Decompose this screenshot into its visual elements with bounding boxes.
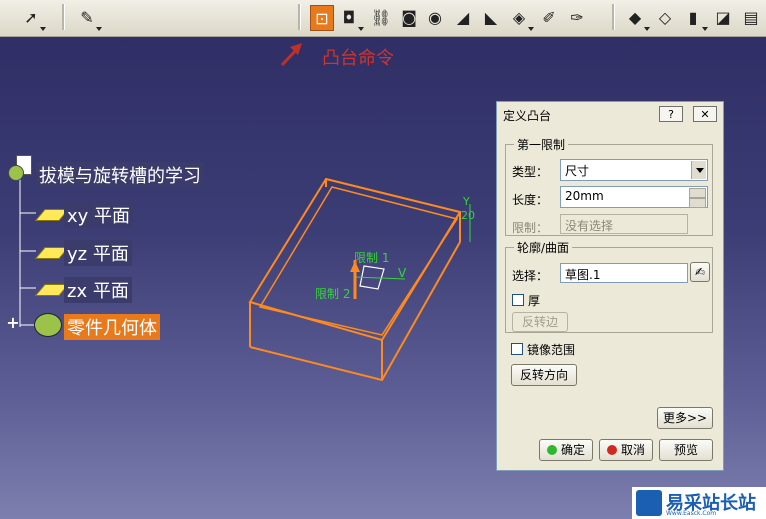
expand-plus-icon[interactable]: + (6, 315, 20, 331)
tree-item-xy-plane[interactable]: xy 平面 (64, 202, 134, 228)
close-button[interactable]: ✕ (693, 106, 717, 122)
tree-item-part-body[interactable]: 零件几何体 (64, 314, 160, 340)
axis-y-label: Y (463, 195, 470, 208)
toolbar-separator (62, 4, 65, 30)
logo-icon (636, 490, 662, 516)
tree-item-yz-plane[interactable]: yz 平面 (64, 240, 132, 266)
define-pad-dialog: 定义凸台 ? ✕ 第一限制 类型： 尺寸 长度： 20mm 限制： 没有选择 轮… (496, 101, 724, 471)
thick-label: 厚 (528, 294, 541, 308)
removed-multi-sections-icon[interactable]: ✑ (566, 5, 588, 29)
groove-icon[interactable]: ◙ (398, 5, 420, 29)
spin-up-icon[interactable] (689, 188, 706, 198)
pad-command-annotation: 凸台命令 (322, 48, 394, 69)
slot-icon[interactable]: ◣ (480, 5, 502, 29)
shell-icon[interactable]: ◪ (712, 5, 734, 29)
top-toolbar: ➚ ✎ ⊡ ◘ ⛓ ◙ ◉ ◢ ◣ ◈ ✐ ✑ ◆ ◇ ▮ ◪ ▤ (0, 0, 766, 37)
pocket-icon[interactable]: ◘ (338, 5, 360, 29)
first-limit-title: 第一限制 (514, 136, 569, 153)
help-button[interactable]: ? (659, 106, 683, 122)
thick-checkbox[interactable] (512, 294, 524, 306)
selection-field[interactable]: 草图.1 (560, 263, 688, 283)
limit-field: 没有选择 (560, 214, 688, 234)
dialog-title: 定义凸台 (503, 109, 552, 123)
part-document-icon[interactable] (8, 155, 32, 183)
profile-group: 轮廓/曲面 选择： 草图.1 ✍ 厚 反转边 (505, 239, 713, 333)
tree-root-label[interactable]: 拔模与旋转槽的学习 (36, 162, 204, 188)
ok-icon (546, 445, 557, 455)
length-input[interactable]: 20mm (560, 186, 708, 208)
spin-down-icon[interactable] (689, 198, 706, 208)
limit-label: 限制： (512, 221, 549, 235)
reverse-direction-button[interactable]: 反转方向 (511, 364, 577, 386)
toolbar-separator (298, 4, 301, 30)
preview-button[interactable]: 预览 (659, 439, 713, 461)
cancel-button[interactable]: 取消 (599, 439, 653, 461)
hole-icon[interactable]: ◉ (424, 5, 446, 29)
chevron-down-icon[interactable] (691, 161, 706, 179)
draft-icon[interactable]: ▮ (682, 5, 704, 29)
chevron-down-icon[interactable] (96, 27, 102, 31)
body-gear-icon (34, 313, 62, 337)
type-label: 类型： (512, 165, 549, 179)
chevron-down-icon[interactable] (528, 27, 534, 31)
profile-title: 轮廓/曲面 (514, 239, 573, 256)
mirrored-extent-checkbox[interactable] (511, 343, 523, 355)
toolbar-separator (612, 4, 615, 30)
chevron-down-icon[interactable] (358, 27, 364, 31)
chevron-down-icon[interactable] (702, 27, 708, 31)
fillet-icon[interactable]: ◆ (624, 5, 646, 29)
watermark-logo: 易采站长站 Www.Easck.Com (632, 487, 766, 519)
reverse-side-button[interactable]: 反转边 (512, 312, 568, 332)
shaft-icon[interactable]: ⛓ (370, 5, 392, 29)
length-spinner[interactable] (689, 188, 706, 208)
selection-label: 选择： (512, 269, 549, 283)
chevron-down-icon[interactable] (40, 27, 46, 31)
ok-button[interactable]: 确定 (539, 439, 593, 461)
type-value: 尺寸 (565, 164, 590, 178)
chevron-down-icon[interactable] (644, 27, 650, 31)
thickness-icon[interactable]: ▤ (740, 5, 762, 29)
rib-icon[interactable]: ◢ (452, 5, 474, 29)
more-button[interactable]: 更多>> (657, 407, 713, 429)
cancel-icon (606, 445, 617, 455)
axis-v-label: V (398, 266, 407, 280)
dialog-titlebar[interactable]: 定义凸台 ? ✕ (497, 102, 723, 126)
type-dropdown[interactable]: 尺寸 (560, 159, 708, 181)
first-limit-group: 第一限制 类型： 尺寸 长度： 20mm 限制： 没有选择 (505, 136, 713, 236)
mirrored-extent-label: 镜像范围 (527, 343, 576, 357)
dimension-value[interactable]: 20 (461, 209, 475, 222)
cancel-label: 取消 (620, 443, 645, 457)
sketch-edit-icon[interactable]: ✍ (690, 262, 710, 282)
limit-1-label[interactable]: 限制 1 (354, 249, 389, 266)
stiffener-icon[interactable]: ◈ (508, 5, 530, 29)
multi-sections-solid-icon[interactable]: ✐ (538, 5, 560, 29)
ok-label: 确定 (560, 443, 585, 457)
pad-command-icon[interactable]: ⊡ (310, 5, 334, 31)
length-label: 长度： (512, 193, 549, 207)
watermark-subtext: Www.Easck.Com (666, 510, 717, 517)
limit-2-label[interactable]: 限制 2 (315, 285, 350, 302)
length-value: 20mm (565, 189, 604, 203)
chamfer-icon[interactable]: ◇ (654, 5, 676, 29)
tree-item-zx-plane[interactable]: zx 平面 (64, 277, 132, 303)
sketch-icon[interactable]: ✎ (76, 5, 98, 29)
select-arrow-icon[interactable]: ➚ (20, 5, 42, 29)
